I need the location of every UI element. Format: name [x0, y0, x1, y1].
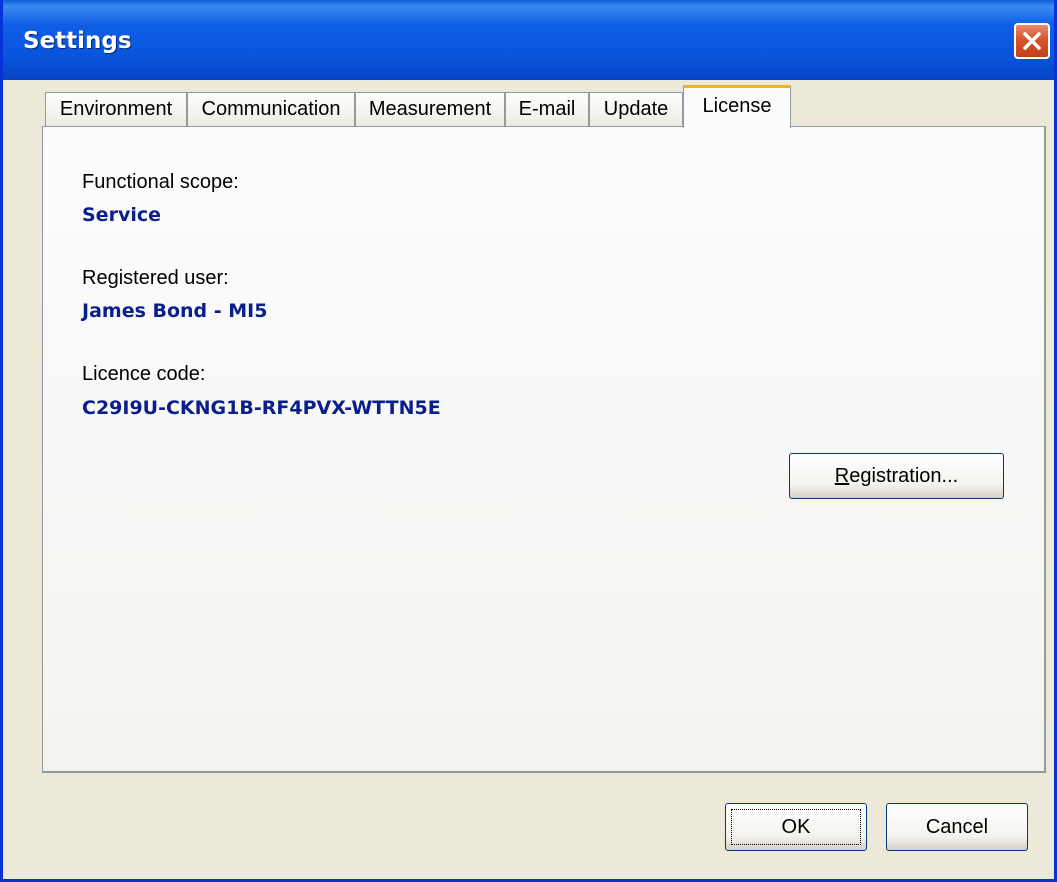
licence-code-label: Licence code:: [82, 363, 206, 385]
registration-button-label: egistration...: [849, 465, 959, 487]
registered-user-value: James Bond - MI5: [82, 300, 268, 322]
close-button[interactable]: [1014, 23, 1050, 59]
cancel-button[interactable]: Cancel: [886, 803, 1028, 851]
tab-environment[interactable]: Environment: [45, 92, 187, 127]
ok-button[interactable]: OK: [725, 803, 867, 851]
window-title: Settings: [23, 28, 132, 54]
tab-license[interactable]: License: [683, 85, 791, 128]
close-icon: [1023, 32, 1041, 50]
registration-button-accel: R: [834, 465, 850, 487]
title-bar[interactable]: Settings: [3, 0, 1054, 80]
tab-measurement[interactable]: Measurement: [355, 92, 505, 127]
license-panel: Functional scope: Service Registered use…: [42, 126, 1046, 773]
settings-dialog: Settings Environment Communication Measu…: [0, 0, 1057, 882]
focus-ring: [731, 809, 861, 845]
functional-scope-label: Functional scope:: [82, 171, 239, 193]
tab-email[interactable]: E-mail: [505, 92, 589, 127]
registered-user-label: Registered user:: [82, 267, 229, 289]
registration-button[interactable]: Registration...: [789, 453, 1004, 499]
licence-code-value: C29I9U-CKNG1B-RF4PVX-WTTN5E: [82, 397, 441, 419]
functional-scope-value: Service: [82, 204, 161, 226]
tab-update[interactable]: Update: [589, 92, 683, 127]
tab-communication[interactable]: Communication: [187, 92, 355, 127]
